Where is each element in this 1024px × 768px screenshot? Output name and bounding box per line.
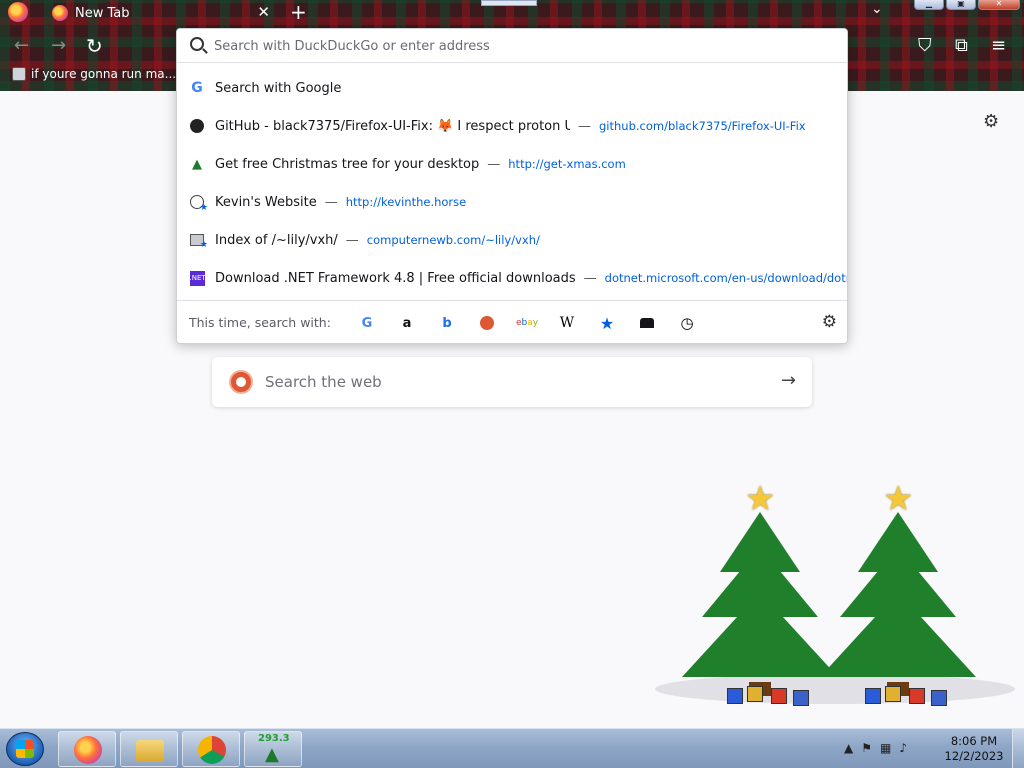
result-title: GitHub - black7375/Firefox-UI-Fix: 🦊 I r…: [215, 118, 570, 134]
one-off-label: This time, search with:: [189, 315, 331, 330]
windows-logo-icon: [16, 740, 34, 758]
search-engine-list: G a b ebay W ★ ◷: [347, 313, 707, 333]
close-tab-icon[interactable]: ✕: [257, 3, 270, 21]
forward-arrow-icon[interactable]: →: [51, 34, 66, 58]
christmas-tree-icon: ▲: [265, 744, 279, 765]
result-row-lily[interactable]: ★ Index of /~lily/vxh/ — computernewb.co…: [177, 221, 847, 259]
taskbar-clock[interactable]: 8:06 PM 12/2/2023: [942, 734, 1006, 764]
volume-icon[interactable]: ♪: [899, 741, 907, 755]
clock-date: 12/2/2023: [944, 749, 1004, 763]
page-settings-gear-icon[interactable]: ⚙: [983, 111, 999, 132]
bookmark-item[interactable]: if youre gonna run ma...: [12, 67, 176, 81]
urlbar-dropdown: G Search with Google GitHub - black7375/…: [176, 28, 848, 344]
address-bar: [177, 29, 847, 63]
network-icon[interactable]: ▦: [880, 741, 891, 755]
tree-star-icon: ★: [883, 479, 914, 519]
globe-bookmark-icon: ★: [189, 194, 208, 213]
chrome-icon: [198, 736, 226, 764]
reload-icon[interactable]: ↻: [86, 34, 103, 58]
wikipedia-engine-icon[interactable]: W: [547, 313, 587, 333]
tab-title: New Tab: [75, 5, 130, 21]
result-separator: —: [487, 156, 501, 172]
amazon-engine-icon[interactable]: a: [387, 313, 427, 333]
tree-star-icon: ★: [745, 479, 776, 519]
close-window-button[interactable]: ✕: [978, 0, 1020, 10]
result-row-kevin[interactable]: ★ Kevin's Website — http://kevinthe.hors…: [177, 183, 847, 221]
window-controls: ▁ ▣ ✕: [914, 0, 1020, 10]
folder-icon: [136, 740, 164, 762]
taskbar-xmas-tree[interactable]: 293.3 ▲: [244, 731, 302, 767]
duckduckgo-logo-icon: [229, 370, 253, 394]
bing-engine-icon[interactable]: b: [427, 313, 467, 333]
show-desktop-button[interactable]: [1012, 729, 1024, 768]
bookmarks-star-icon[interactable]: ★: [587, 313, 627, 333]
firefox-icon: [74, 736, 102, 764]
urlbar-results: G Search with Google GitHub - black7375/…: [177, 69, 847, 297]
firefox-favicon-icon: [52, 5, 68, 21]
result-url: dotnet.microsoft.com/en-us/download/dotn…: [604, 271, 847, 285]
tab-new-tab[interactable]: New Tab ✕: [42, 0, 278, 26]
new-tab-button[interactable]: +: [290, 0, 307, 24]
result-row-xmas[interactable]: ▲ Get free Christmas tree for your deskt…: [177, 145, 847, 183]
firefox-logo-icon[interactable]: [8, 2, 28, 22]
pocket-icon[interactable]: ⛉: [918, 34, 932, 58]
restore-button[interactable]: ▣: [946, 0, 976, 10]
result-title: Get free Christmas tree for your desktop: [215, 156, 480, 172]
christmas-trees-decoration: ★ ★: [655, 482, 1015, 722]
ebay-engine-icon[interactable]: ebay: [507, 313, 547, 333]
taskbar-firefox[interactable]: [58, 731, 116, 767]
windows-taskbar: 293.3 ▲ ▲ ⚑ ▦ ♪ 8:06 PM 12/2/2023: [0, 728, 1024, 768]
web-search-input[interactable]: [265, 371, 765, 393]
tab-strip: New Tab ✕ + ⌄ ▁ ▣ ✕: [0, 0, 1024, 26]
bookmark-label: if youre gonna run ma...: [31, 67, 177, 81]
result-title: Download .NET Framework 4.8 | Free offic…: [215, 270, 576, 286]
google-engine-icon[interactable]: G: [347, 313, 387, 333]
google-icon: G: [191, 80, 203, 96]
address-input[interactable]: [214, 36, 814, 56]
web-search-box: →: [212, 357, 812, 407]
github-icon: [189, 118, 205, 134]
back-arrow-icon[interactable]: ←: [14, 34, 29, 58]
result-separator: —: [578, 118, 591, 134]
result-row-github[interactable]: GitHub - black7375/Firefox-UI-Fix: 🦊 I r…: [177, 107, 847, 145]
result-row-dotnet[interactable]: .NET Download .NET Framework 4.8 | Free …: [177, 259, 847, 297]
dotnet-icon: .NET: [189, 270, 206, 286]
start-button[interactable]: [6, 732, 44, 766]
result-url: computernewb.com/~lily/vxh/: [366, 233, 540, 247]
hamburger-menu-icon[interactable]: ≡: [991, 34, 1006, 58]
list-all-tabs-icon[interactable]: ⌄: [871, 1, 883, 17]
result-separator: —: [324, 194, 338, 210]
show-hidden-icons-icon[interactable]: ▲: [844, 741, 853, 755]
tabs-icon[interactable]: [627, 313, 667, 333]
search-icon: [190, 37, 204, 51]
taskbar-chrome[interactable]: [182, 731, 240, 767]
result-separator: —: [583, 270, 597, 286]
computer-bookmark-icon: [12, 67, 26, 81]
window-drag-handle[interactable]: [481, 0, 537, 6]
clock-time: 8:06 PM: [950, 734, 998, 748]
tree-counter: 293.3: [258, 733, 290, 744]
taskbar-explorer[interactable]: [120, 731, 178, 767]
action-center-flag-icon[interactable]: ⚑: [861, 741, 872, 755]
result-row-search-google[interactable]: G Search with Google: [177, 69, 847, 107]
result-title: Kevin's Website: [215, 194, 317, 210]
search-submit-arrow-icon[interactable]: →: [781, 370, 796, 391]
christmas-tree-icon: ▲: [192, 156, 202, 172]
one-off-search-bar: This time, search with: G a b ebay W ★ ◷…: [177, 300, 847, 344]
duckduckgo-engine-icon[interactable]: [467, 313, 507, 333]
result-separator: —: [345, 232, 359, 248]
result-title: Index of /~lily/vxh/: [215, 232, 338, 248]
system-tray: ▲ ⚑ ▦ ♪: [844, 741, 907, 755]
result-url: github.com/black7375/Firefox-UI-Fix: [599, 119, 806, 133]
computer-bookmark-icon: ★: [189, 232, 208, 250]
result-url: http://kevinthe.horse: [345, 195, 467, 209]
minimize-button[interactable]: ▁: [914, 0, 944, 10]
christmas-tree-icon: ★: [813, 482, 983, 717]
history-clock-icon[interactable]: ◷: [667, 313, 707, 333]
result-title: Search with Google: [215, 80, 342, 96]
search-settings-gear-icon[interactable]: ⚙: [822, 312, 837, 332]
result-url: http://get-xmas.com: [508, 157, 626, 171]
extensions-icon[interactable]: ⧉: [955, 34, 968, 58]
